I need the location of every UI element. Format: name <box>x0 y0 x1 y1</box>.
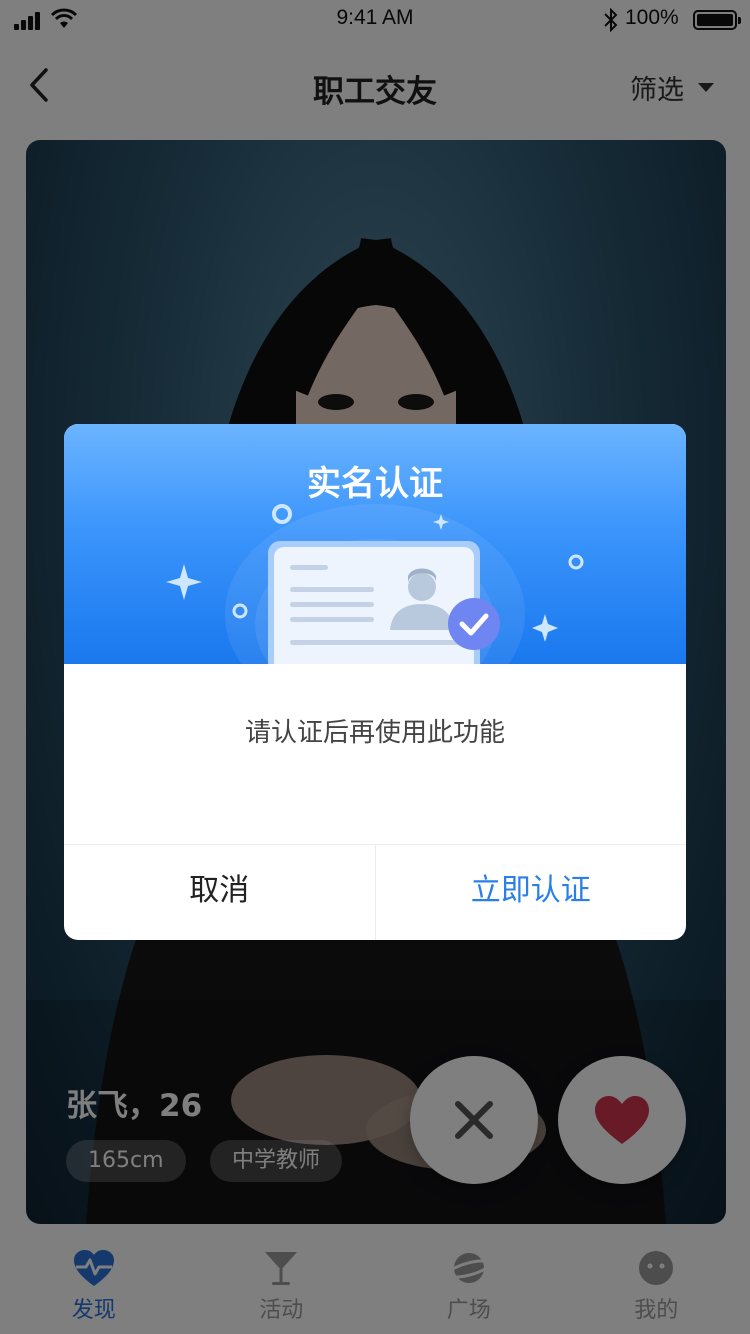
dialog-header: 实名认证 <box>64 424 686 664</box>
cancel-button[interactable]: 取消 <box>64 845 376 940</box>
dialog-message: 请认证后再使用此功能 <box>244 718 505 748</box>
dialog-actions: 取消 立即认证 <box>64 844 686 940</box>
verify-now-button[interactable]: 立即认证 <box>376 845 687 940</box>
verification-dialog: 实名认证 请认证后再使用此功能 取消 立即认证 <box>64 424 686 940</box>
dialog-title: 实名认证 <box>307 464 443 504</box>
